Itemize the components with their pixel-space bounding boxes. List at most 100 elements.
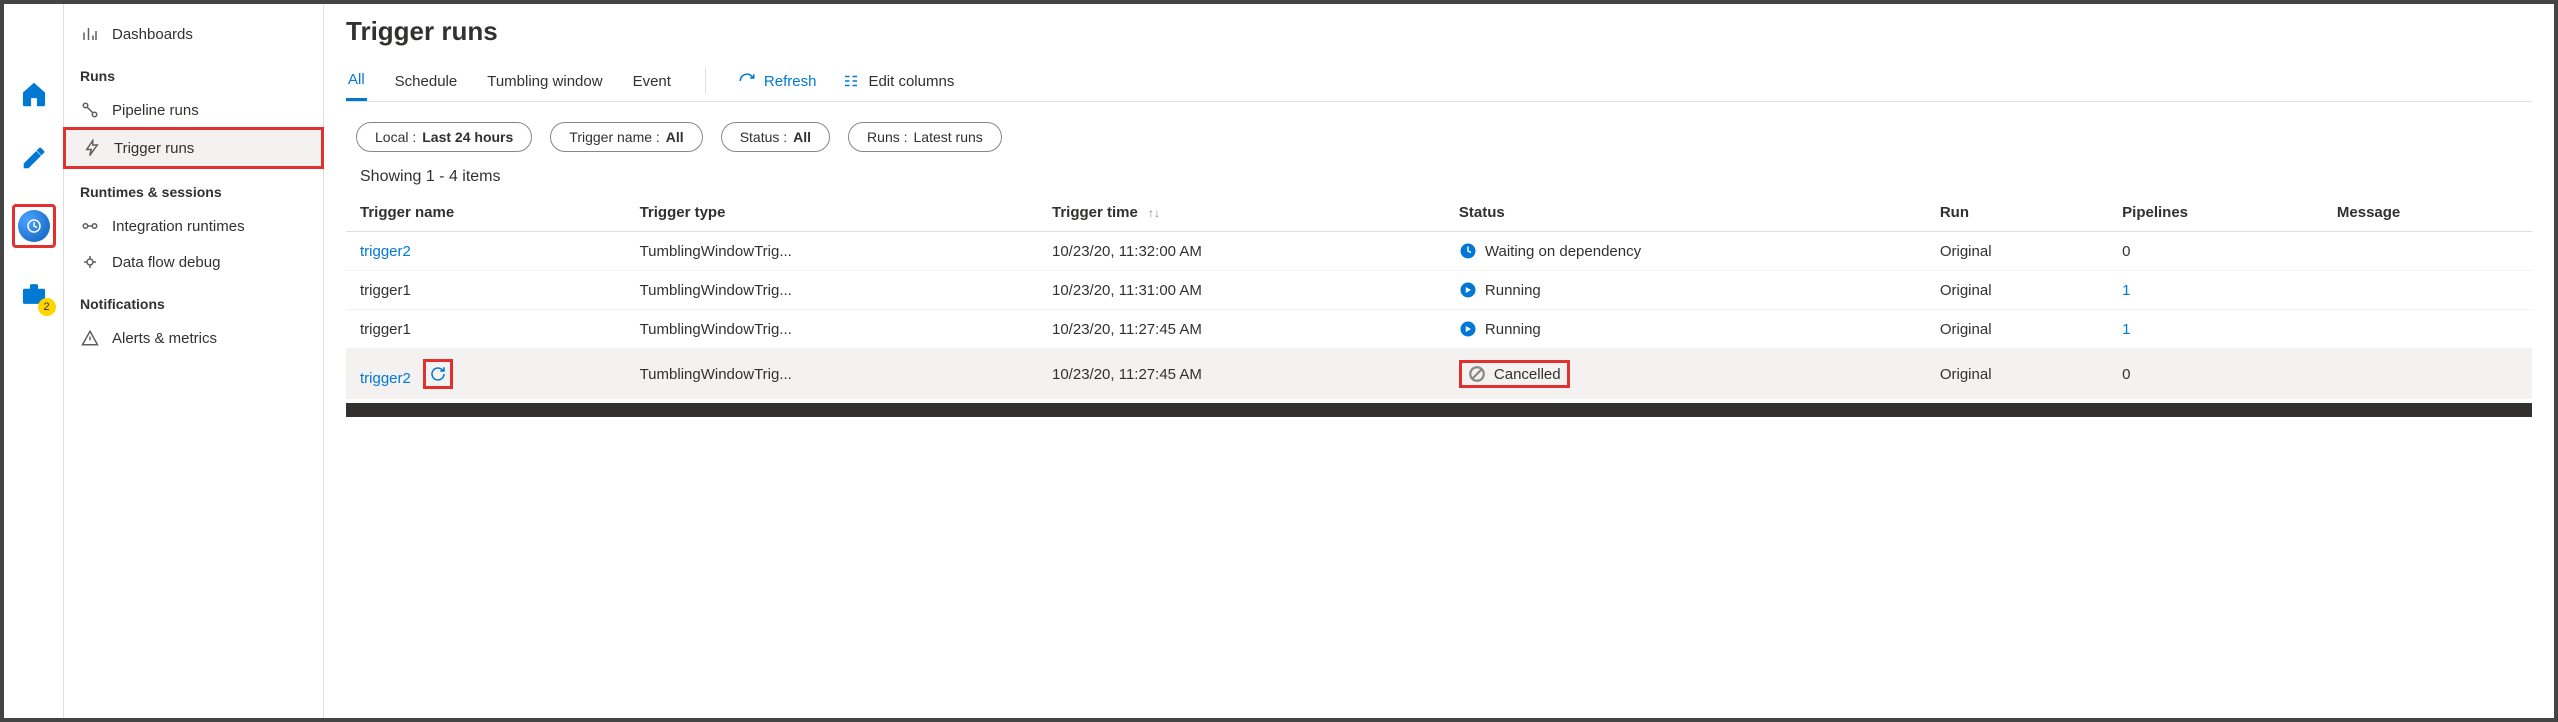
rerun-button[interactable] <box>423 359 453 389</box>
message-cell <box>2323 232 2532 271</box>
manage-icon[interactable]: 2 <box>16 276 52 312</box>
col-trigger-time[interactable]: Trigger time ↑↓ <box>1038 194 1445 232</box>
scroll-strip[interactable] <box>346 403 2532 417</box>
tab-event[interactable]: Event <box>631 63 673 100</box>
edit-columns-button[interactable]: Edit columns <box>842 72 954 90</box>
pill-value: All <box>793 129 811 145</box>
nav-label: Trigger runs <box>114 140 194 157</box>
status-text: Waiting on dependency <box>1485 243 1641 260</box>
trigger-name-text: trigger1 <box>360 282 411 299</box>
expand-rail-icon[interactable] <box>16 12 52 48</box>
col-run[interactable]: Run <box>1926 194 2108 232</box>
nav-label: Pipeline runs <box>112 102 199 119</box>
table-row[interactable]: trigger1 TumblingWindowTrig...10/23/20, 1… <box>346 271 2532 310</box>
tab-all[interactable]: All <box>346 61 367 101</box>
showing-count: Showing 1 - 4 items <box>360 168 2532 186</box>
refresh-button[interactable]: Refresh <box>738 72 817 90</box>
message-cell <box>2323 310 2532 349</box>
trigger-type-cell: TumblingWindowTrig... <box>626 349 1038 400</box>
trigger-type-cell: TumblingWindowTrig... <box>626 232 1038 271</box>
filter-runs[interactable]: Runs : Latest runs <box>848 122 1002 152</box>
trigger-time-cell: 10/23/20, 11:32:00 AM <box>1038 232 1445 271</box>
col-trigger-time-label: Trigger time <box>1052 204 1138 221</box>
table-row[interactable]: trigger1 TumblingWindowTrig...10/23/20, 1… <box>346 310 2532 349</box>
filter-local[interactable]: Local : Last 24 hours <box>356 122 532 152</box>
page-title: Trigger runs <box>346 16 2532 47</box>
filter-trigger-name[interactable]: Trigger name : All <box>550 122 702 152</box>
run-cell: Original <box>1926 232 2108 271</box>
pill-key: Local : <box>375 129 416 145</box>
status-waiting-icon <box>1459 242 1477 260</box>
pill-value: Last 24 hours <box>422 129 513 145</box>
status-cell: Running <box>1459 320 1912 338</box>
col-pipelines[interactable]: Pipelines <box>2108 194 2323 232</box>
status-cancelled-icon <box>1468 365 1486 383</box>
status-text: Running <box>1485 282 1541 299</box>
status-cell: Waiting on dependency <box>1459 242 1912 260</box>
trigger-time-cell: 10/23/20, 11:27:45 AM <box>1038 310 1445 349</box>
home-icon[interactable] <box>16 76 52 112</box>
nav-data-flow-debug[interactable]: Data flow debug <box>64 244 323 280</box>
nav-alerts-metrics[interactable]: Alerts & metrics <box>64 320 323 356</box>
col-trigger-type[interactable]: Trigger type <box>626 194 1038 232</box>
author-icon[interactable] <box>16 140 52 176</box>
nav-head-runs: Runs <box>64 60 323 92</box>
filter-status[interactable]: Status : All <box>721 122 830 152</box>
pipelines-link[interactable]: 1 <box>2122 321 2130 338</box>
main-content: Trigger runs All Schedule Tumbling windo… <box>324 4 2554 718</box>
status-text: Running <box>1485 321 1541 338</box>
pill-value: All <box>666 129 684 145</box>
tab-tumbling-window[interactable]: Tumbling window <box>485 63 604 100</box>
trigger-type-cell: TumblingWindowTrig... <box>626 271 1038 310</box>
nav-head-notifications: Notifications <box>64 288 323 320</box>
trigger-time-cell: 10/23/20, 11:31:00 AM <box>1038 271 1445 310</box>
nav-label: Integration runtimes <box>112 218 245 235</box>
col-trigger-name[interactable]: Trigger name <box>346 194 626 232</box>
table-row[interactable]: trigger2 TumblingWindowTrig...10/23/20, 1… <box>346 232 2532 271</box>
trigger-name-text: trigger1 <box>360 321 411 338</box>
run-cell: Original <box>1926 349 2108 400</box>
status-text: Cancelled <box>1494 366 1561 383</box>
trigger-name-link[interactable]: trigger2 <box>360 243 411 260</box>
trigger-runs-icon <box>82 138 102 158</box>
tab-divider <box>705 68 706 94</box>
pipelines-text: 0 <box>2122 243 2130 260</box>
status-cell: Running <box>1459 281 1912 299</box>
nav-integration-runtimes[interactable]: Integration runtimes <box>64 208 323 244</box>
data-flow-debug-icon <box>80 252 100 272</box>
nav-trigger-runs[interactable]: Trigger runs <box>63 127 324 169</box>
pipelines-text: 0 <box>2122 366 2130 383</box>
nav-pipeline-runs[interactable]: Pipeline runs <box>64 92 323 128</box>
trigger-time-cell: 10/23/20, 11:27:45 AM <box>1038 349 1445 400</box>
nav-dashboards[interactable]: Dashboards <box>64 16 323 52</box>
status-running-icon <box>1459 320 1477 338</box>
pill-key: Runs : <box>867 129 907 145</box>
pipeline-runs-icon <box>80 100 100 120</box>
app-root: 2 Dashboards Runs Pipeline runs Trigger … <box>0 0 2558 722</box>
nav-label: Dashboards <box>112 26 193 43</box>
trigger-runs-table: Trigger name Trigger type Trigger time ↑… <box>346 194 2532 399</box>
sort-indicator-icon: ↑↓ <box>1148 206 1160 220</box>
pipelines-link[interactable]: 1 <box>2122 282 2130 299</box>
pill-value: Latest runs <box>914 129 983 145</box>
trigger-name-link[interactable]: trigger2 <box>360 370 411 387</box>
integration-runtimes-icon <box>80 216 100 236</box>
pill-key: Trigger name : <box>569 129 660 145</box>
refresh-label: Refresh <box>764 73 817 90</box>
monitor-icon[interactable] <box>12 204 56 248</box>
col-status[interactable]: Status <box>1445 194 1926 232</box>
trigger-type-cell: TumblingWindowTrig... <box>626 310 1038 349</box>
alerts-icon <box>80 328 100 348</box>
manage-badge: 2 <box>38 298 56 316</box>
tab-schedule[interactable]: Schedule <box>393 63 460 100</box>
nav-head-runtimes: Runtimes & sessions <box>64 176 323 208</box>
run-cell: Original <box>1926 271 2108 310</box>
message-cell <box>2323 349 2532 400</box>
nav-label: Data flow debug <box>112 254 220 271</box>
col-message[interactable]: Message <box>2323 194 2532 232</box>
run-cell: Original <box>1926 310 2108 349</box>
edit-columns-label: Edit columns <box>868 73 954 90</box>
pill-key: Status : <box>740 129 787 145</box>
table-row[interactable]: trigger2 TumblingWindowTrig...10/23/20, 1… <box>346 349 2532 400</box>
left-rail: 2 <box>4 4 64 718</box>
